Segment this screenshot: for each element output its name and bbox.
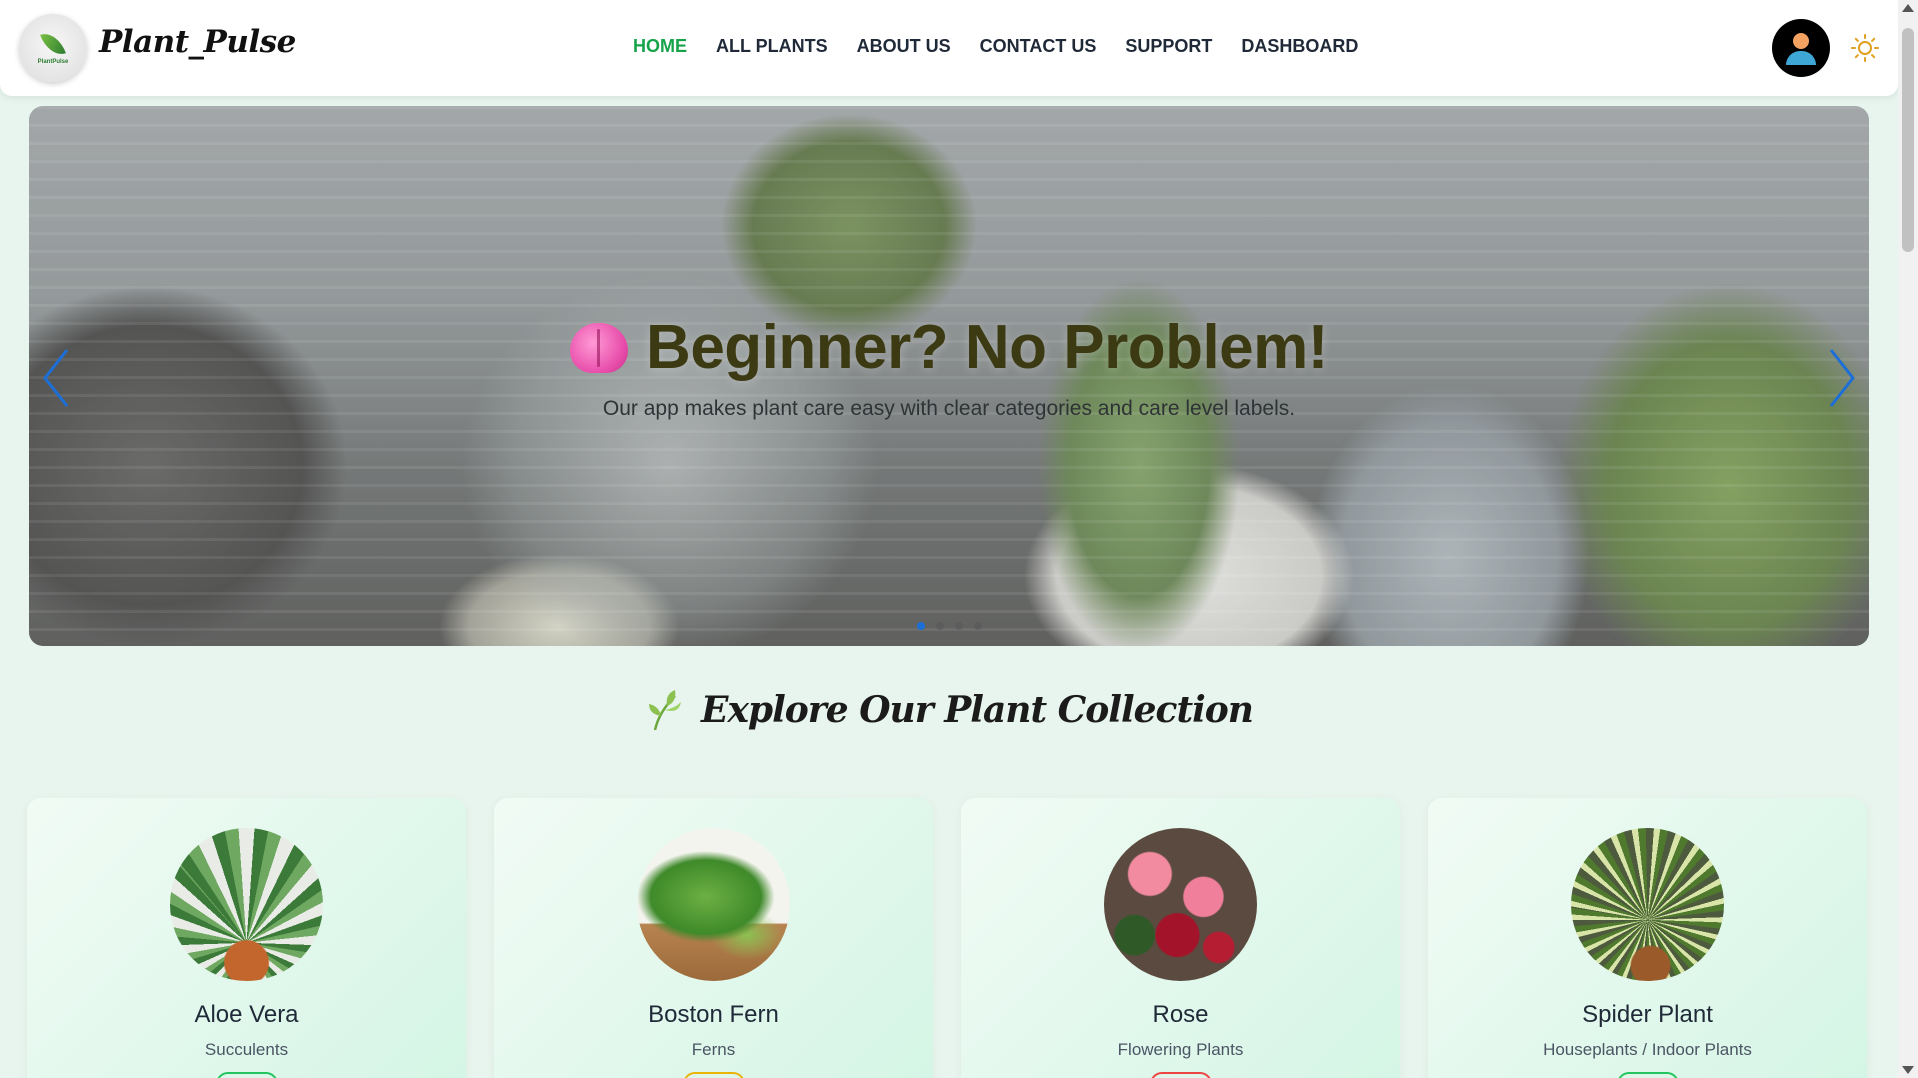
nav-link-about-us[interactable]: ABOUT US — [857, 36, 951, 57]
plant-card-aloe-vera[interactable]: Aloe Vera Succulents — [27, 798, 466, 1078]
main-nav: HOME ALL PLANTS ABOUT US CONTACT US SUPP… — [633, 36, 1358, 57]
plant-card-rose[interactable]: Rose Flowering Plants — [961, 798, 1400, 1078]
nav-link-contact-us[interactable]: CONTACT US — [980, 36, 1097, 57]
chevron-left-icon[interactable] — [37, 342, 77, 414]
avatar-head — [1793, 33, 1809, 49]
brand-name[interactable]: Plant_Pulse — [99, 24, 296, 60]
plant-category: Ferns — [691, 1040, 736, 1059]
plant-card-list: Aloe Vera Succulents Boston Fern Ferns R… — [27, 798, 1867, 1078]
nav-link-dashboard[interactable]: DASHBOARD — [1241, 36, 1358, 57]
leaf-icon — [40, 28, 66, 60]
plant-category: Succulents — [204, 1040, 289, 1059]
carousel-dot-4[interactable] — [973, 622, 982, 630]
plant-name: Boston Fern — [648, 1001, 779, 1028]
sprout-icon — [649, 690, 682, 731]
plant-card-boston-fern[interactable]: Boston Fern Ferns — [494, 798, 933, 1078]
care-level-badge — [1150, 1072, 1212, 1078]
plant-name: Rose — [1152, 1001, 1209, 1028]
care-level-badge — [1617, 1072, 1679, 1078]
brain-icon — [570, 322, 629, 373]
scroll-down-icon[interactable] — [1902, 1066, 1914, 1074]
carousel-dots — [29, 622, 1869, 630]
chevron-right-icon[interactable] — [1821, 342, 1861, 414]
care-level-badge — [216, 1072, 278, 1078]
plant-image-spider-plant — [1571, 828, 1724, 981]
plant-category: Flowering Plants — [1117, 1040, 1244, 1059]
hero-title-row: Beginner? No Problem! — [570, 312, 1328, 383]
plant-card-spider-plant[interactable]: Spider Plant Houseplants / Indoor Plants — [1428, 798, 1867, 1078]
carousel-dot-1[interactable] — [916, 622, 925, 630]
hero-carousel: Beginner? No Problem! Our app makes plan… — [29, 106, 1869, 646]
logo[interactable]: PlantPulse — [19, 14, 87, 82]
scroll-thumb[interactable] — [1902, 28, 1914, 252]
nav-link-support[interactable]: SUPPORT — [1125, 36, 1212, 57]
hero-content: Beginner? No Problem! Our app makes plan… — [29, 312, 1869, 421]
collection-heading: Explore Our Plant Collection — [0, 688, 1898, 732]
user-avatar-icon[interactable] — [1772, 19, 1830, 77]
plant-category: Houseplants / Indoor Plants — [1543, 1040, 1752, 1059]
carousel-dot-3[interactable] — [954, 622, 963, 630]
plant-image-aloe-vera — [170, 828, 323, 981]
collection-title: Explore Our Plant Collection — [701, 689, 1254, 731]
logo-text: PlantPulse — [37, 59, 69, 65]
hero-title: Beginner? No Problem! — [646, 313, 1328, 382]
hero-subtitle: Our app makes plant care easy with clear… — [602, 397, 1296, 420]
plant-name: Aloe Vera — [194, 1001, 299, 1028]
sun-icon[interactable] — [1851, 34, 1879, 62]
carousel-dot-2[interactable] — [935, 622, 944, 630]
plant-image-boston-fern — [637, 828, 790, 981]
plant-image-rose — [1104, 828, 1257, 981]
nav-link-home[interactable]: HOME — [633, 36, 687, 57]
plant-name: Spider Plant — [1582, 1001, 1713, 1028]
avatar-body — [1786, 51, 1816, 65]
nav-link-all-plants[interactable]: ALL PLANTS — [716, 36, 828, 57]
navbar: PlantPulse Plant_Pulse HOME ALL PLANTS A… — [0, 0, 1898, 96]
scroll-up-icon[interactable] — [1902, 4, 1914, 12]
page-scrollbar[interactable] — [1898, 0, 1918, 1078]
care-level-badge — [683, 1072, 745, 1078]
